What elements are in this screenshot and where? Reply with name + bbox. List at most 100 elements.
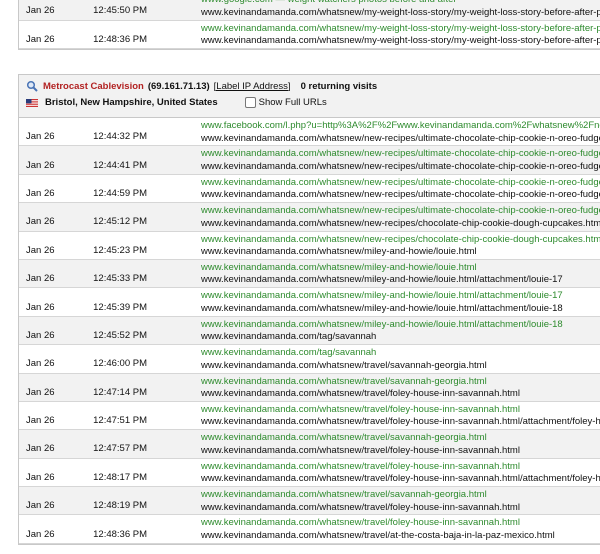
- table-row: Jan 26 12:48:36 PM www.kevinandamanda.com/…: [19, 515, 600, 544]
- row-urls: www.kevinandamanda.com/whatsnew/new-reci…: [201, 203, 600, 230]
- row-date: Jan 26: [26, 273, 55, 285]
- row-urls: www.kevinandamanda.com/whatsnew/new-reci…: [201, 146, 600, 173]
- referrer-link[interactable]: www.kevinandamanda.com/whatsnew/travel/f…: [201, 461, 600, 474]
- visitor-location-line: Bristol, New Hampshire, United States Sh…: [26, 97, 327, 108]
- page-link[interactable]: www.kevinandamanda.com/whatsnew/my-weigh…: [201, 7, 600, 20]
- table-row: Jan 26 12:45:33 PM www.kevinandamanda.com/…: [19, 259, 600, 289]
- row-time: 12:44:59 PM: [93, 187, 147, 199]
- row-time: 12:45:33 PM: [93, 273, 147, 285]
- label-ip-link[interactable]: [Label IP Address]: [214, 81, 291, 92]
- row-date: Jan 26: [26, 500, 55, 512]
- location-text: Bristol, New Hampshire, United States: [45, 97, 218, 108]
- row-urls: www.kevinandamanda.com/whatsnew/miley-an…: [201, 260, 600, 287]
- table-row: Jan 26 12:47:14 PM www.kevinandamanda.com/…: [19, 373, 600, 402]
- row-time: 12:44:41 PM: [93, 159, 147, 171]
- visitor-block: Metrocast Cablevision (69.161.71.13) [La…: [18, 74, 600, 545]
- table-row: Jan 26 12:45:52 PM www.kevinandamanda.com/…: [19, 316, 600, 346]
- row-date: Jan 26: [26, 216, 55, 228]
- page-link[interactable]: www.kevinandamanda.com/whatsnew/miley-an…: [201, 303, 600, 316]
- row-time: 12:47:14 PM: [93, 386, 147, 398]
- row-date: Jan 26: [26, 159, 55, 171]
- previous-visit-rows: Jan 26 12:45:50 PM www.google.com — weight…: [19, 0, 600, 49]
- row-date: Jan 26: [26, 329, 55, 341]
- referrer-link[interactable]: www.kevinandamanda.com/tag/savannah: [201, 347, 600, 360]
- row-time: 12:47:57 PM: [93, 443, 147, 455]
- previous-visit-block: Jan 26 12:45:50 PM www.google.com — weight…: [18, 0, 600, 50]
- row-urls: www.kevinandamanda.com/whatsnew/travel/s…: [201, 430, 600, 457]
- referrer-link[interactable]: www.kevinandamanda.com/whatsnew/travel/f…: [201, 517, 600, 530]
- row-time: 12:46:00 PM: [93, 358, 147, 370]
- page-link[interactable]: www.kevinandamanda.com/whatsnew/travel/f…: [201, 388, 600, 401]
- isp-name: Metrocast Cablevision: [43, 80, 144, 92]
- row-date: Jan 26: [26, 358, 55, 370]
- page-link[interactable]: www.kevinandamanda.com/whatsnew/miley-an…: [201, 246, 600, 259]
- page-link[interactable]: www.kevinandamanda.com/whatsnew/new-reci…: [201, 133, 600, 146]
- row-urls: www.kevinandamanda.com/whatsnew/new-reci…: [201, 232, 600, 259]
- page-link[interactable]: www.kevinandamanda.com/whatsnew/travel/f…: [201, 473, 600, 486]
- table-row: Jan 26 12:44:41 PM www.kevinandamanda.com/…: [19, 146, 600, 175]
- row-urls: www.kevinandamanda.com/tag/savannah www.k…: [201, 345, 600, 372]
- page-link[interactable]: www.kevinandamanda.com/whatsnew/travel/f…: [201, 445, 600, 458]
- referrer-link[interactable]: www.kevinandamanda.com/whatsnew/miley-an…: [201, 262, 600, 275]
- us-flag-icon: [26, 98, 38, 107]
- referrer-link[interactable]: www.kevinandamanda.com/whatsnew/new-reci…: [201, 177, 600, 190]
- page-link[interactable]: www.kevinandamanda.com/whatsnew/travel/s…: [201, 360, 600, 373]
- row-time: 12:47:51 PM: [93, 415, 147, 427]
- row-urls: www.kevinandamanda.com/whatsnew/travel/s…: [201, 487, 600, 514]
- row-date: Jan 26: [26, 5, 55, 17]
- row-urls: www.kevinandamanda.com/whatsnew/travel/f…: [201, 459, 600, 486]
- visit-rows: Jan 26 12:44:32 PM www.facebook.com/l.php?…: [19, 118, 600, 544]
- page-link[interactable]: www.kevinandamanda.com/whatsnew/travel/a…: [201, 530, 600, 543]
- row-date: Jan 26: [26, 187, 55, 199]
- row-urls: www.kevinandamanda.com/whatsnew/travel/f…: [201, 515, 600, 542]
- row-time: 12:45:39 PM: [93, 301, 147, 313]
- page-link[interactable]: www.kevinandamanda.com/whatsnew/travel/f…: [201, 502, 600, 515]
- table-row: Jan 26 12:45:12 PM www.kevinandamanda.com/…: [19, 203, 600, 232]
- row-urls: www.facebook.com/l.php?u=http%3A%2F%2Fww…: [201, 118, 600, 145]
- referrer-link[interactable]: www.kevinandamanda.com/whatsnew/new-reci…: [201, 148, 600, 161]
- visitor-info-line: Metrocast Cablevision (69.161.71.13) [La…: [26, 80, 377, 92]
- referrer-link[interactable]: www.kevinandamanda.com/whatsnew/travel/s…: [201, 376, 600, 389]
- referrer-link[interactable]: www.kevinandamanda.com/whatsnew/miley-an…: [201, 290, 600, 303]
- table-row: Jan 26 12:45:23 PM www.kevinandamanda.com/…: [19, 232, 600, 260]
- table-row: Jan 26 12:45:50 PM www.google.com — weight…: [19, 0, 600, 21]
- page-link[interactable]: www.kevinandamanda.com/whatsnew/my-weigh…: [201, 35, 600, 48]
- row-time: 12:48:36 PM: [93, 528, 147, 540]
- page-link[interactable]: www.kevinandamanda.com/whatsnew/new-reci…: [201, 218, 600, 231]
- row-time: 12:48:19 PM: [93, 500, 147, 512]
- magnifier-icon[interactable]: [26, 80, 38, 92]
- row-urls: www.kevinandamanda.com/whatsnew/travel/f…: [201, 402, 600, 429]
- referrer-link[interactable]: www.kevinandamanda.com/whatsnew/new-reci…: [201, 234, 600, 247]
- page-link[interactable]: www.kevinandamanda.com/whatsnew/travel/f…: [201, 416, 600, 429]
- table-row: Jan 26 12:47:57 PM www.kevinandamanda.com/…: [19, 430, 600, 459]
- referrer-link[interactable]: www.kevinandamanda.com/whatsnew/travel/s…: [201, 489, 600, 502]
- row-date: Jan 26: [26, 471, 55, 483]
- table-row: Jan 26 12:48:36 PM www.kevinandamanda.com/…: [19, 21, 600, 49]
- row-urls: www.kevinandamanda.com/whatsnew/miley-an…: [201, 288, 600, 315]
- row-time: 12:45:52 PM: [93, 329, 147, 341]
- row-date: Jan 26: [26, 131, 55, 143]
- table-row: Jan 26 12:45:39 PM www.kevinandamanda.com/…: [19, 288, 600, 317]
- referrer-link[interactable]: www.kevinandamanda.com/whatsnew/travel/s…: [201, 432, 600, 445]
- page-link[interactable]: www.kevinandamanda.com/whatsnew/miley-an…: [201, 274, 600, 287]
- referrer-link[interactable]: www.kevinandamanda.com/whatsnew/new-reci…: [201, 205, 600, 218]
- row-time: 12:44:32 PM: [93, 131, 147, 143]
- show-full-urls-label[interactable]: Show Full URLs: [259, 97, 327, 108]
- row-date: Jan 26: [26, 244, 55, 256]
- referrer-link[interactable]: www.kevinandamanda.com/whatsnew/my-weigh…: [201, 23, 600, 36]
- table-row: Jan 26 12:48:17 PM www.kevinandamanda.com/…: [19, 459, 600, 488]
- referrer-link[interactable]: www.facebook.com/l.php?u=http%3A%2F%2Fww…: [201, 120, 600, 133]
- row-urls: www.kevinandamanda.com/whatsnew/miley-an…: [201, 317, 600, 344]
- referrer-link[interactable]: www.kevinandamanda.com/whatsnew/miley-an…: [201, 319, 600, 332]
- row-date: Jan 26: [26, 415, 55, 427]
- row-time: 12:48:36 PM: [93, 33, 147, 45]
- page-link[interactable]: www.kevinandamanda.com/whatsnew/new-reci…: [201, 161, 600, 174]
- row-urls: www.google.com — weight watchers photos …: [201, 0, 600, 19]
- referrer-link[interactable]: www.kevinandamanda.com/whatsnew/travel/f…: [201, 404, 600, 417]
- show-full-urls-checkbox[interactable]: [244, 97, 256, 108]
- table-row: Jan 26 12:48:19 PM www.kevinandamanda.com/…: [19, 487, 600, 516]
- page-link[interactable]: www.kevinandamanda.com/tag/savannah: [201, 331, 600, 344]
- page-link[interactable]: www.kevinandamanda.com/whatsnew/new-reci…: [201, 189, 600, 202]
- row-date: Jan 26: [26, 443, 55, 455]
- table-row: Jan 26 12:46:00 PM www.kevinandamanda.com/…: [19, 345, 600, 374]
